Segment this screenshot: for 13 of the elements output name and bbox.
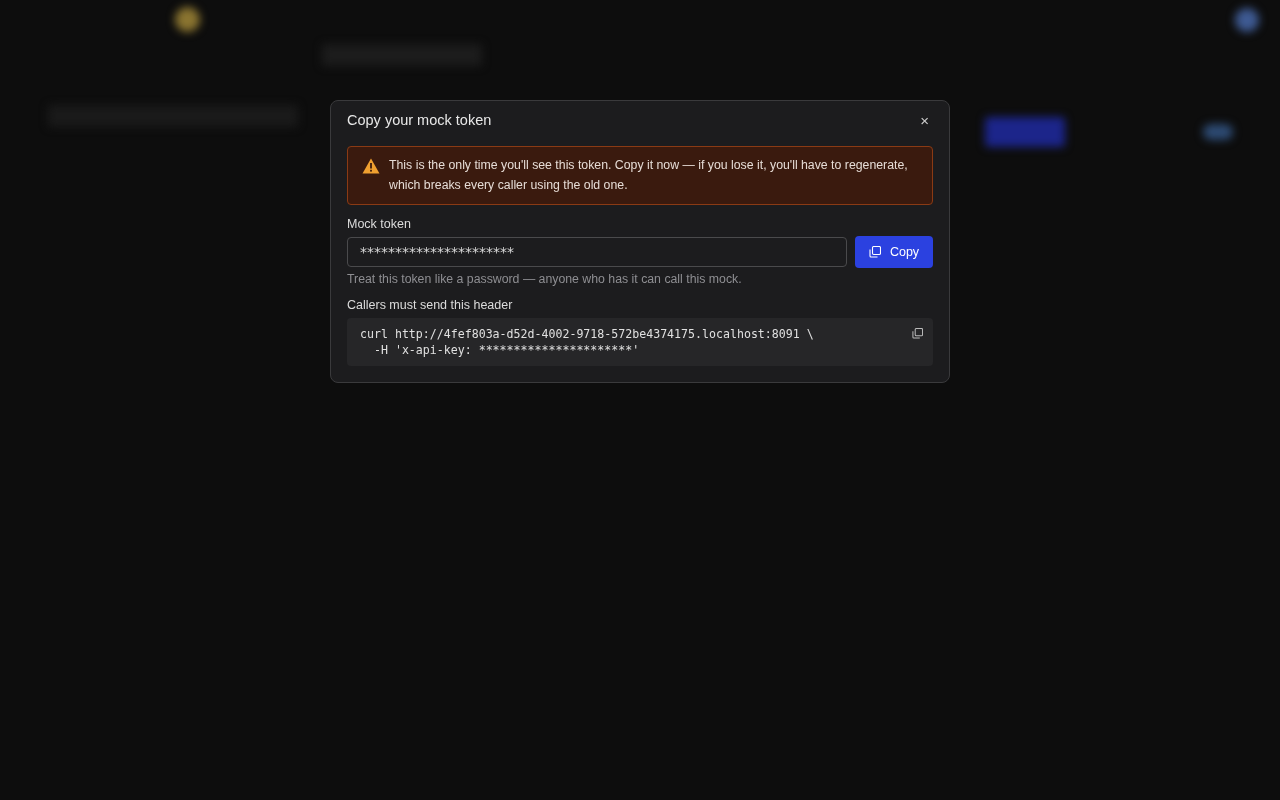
copy-button[interactable]: Copy bbox=[855, 236, 933, 268]
close-button[interactable]: × bbox=[916, 112, 933, 128]
warning-text: This is the only time you'll see this token. Copy it now — if you lose it, you'll have to regenerate, which breaks every caller using the old one. bbox=[389, 157, 909, 194]
field-hint: Treat this token like a password — anyone who has it can call this mock. bbox=[347, 272, 743, 286]
field-label: Mock token bbox=[347, 217, 412, 231]
copy-icon[interactable] bbox=[912, 328, 923, 339]
copy-icon bbox=[868, 246, 881, 258]
section-label: Callers must send this header bbox=[347, 298, 514, 312]
code-line: curl http://4fef803a-d52d-4002-9718-572be4374175.localhost:8091 \ bbox=[360, 326, 814, 342]
token-field[interactable]: ********************** bbox=[347, 237, 847, 267]
warning-icon bbox=[362, 158, 380, 174]
dialog-title: Copy your mock token bbox=[347, 112, 492, 128]
code-line: -H 'x-api-key: **********************' bbox=[372, 342, 641, 358]
